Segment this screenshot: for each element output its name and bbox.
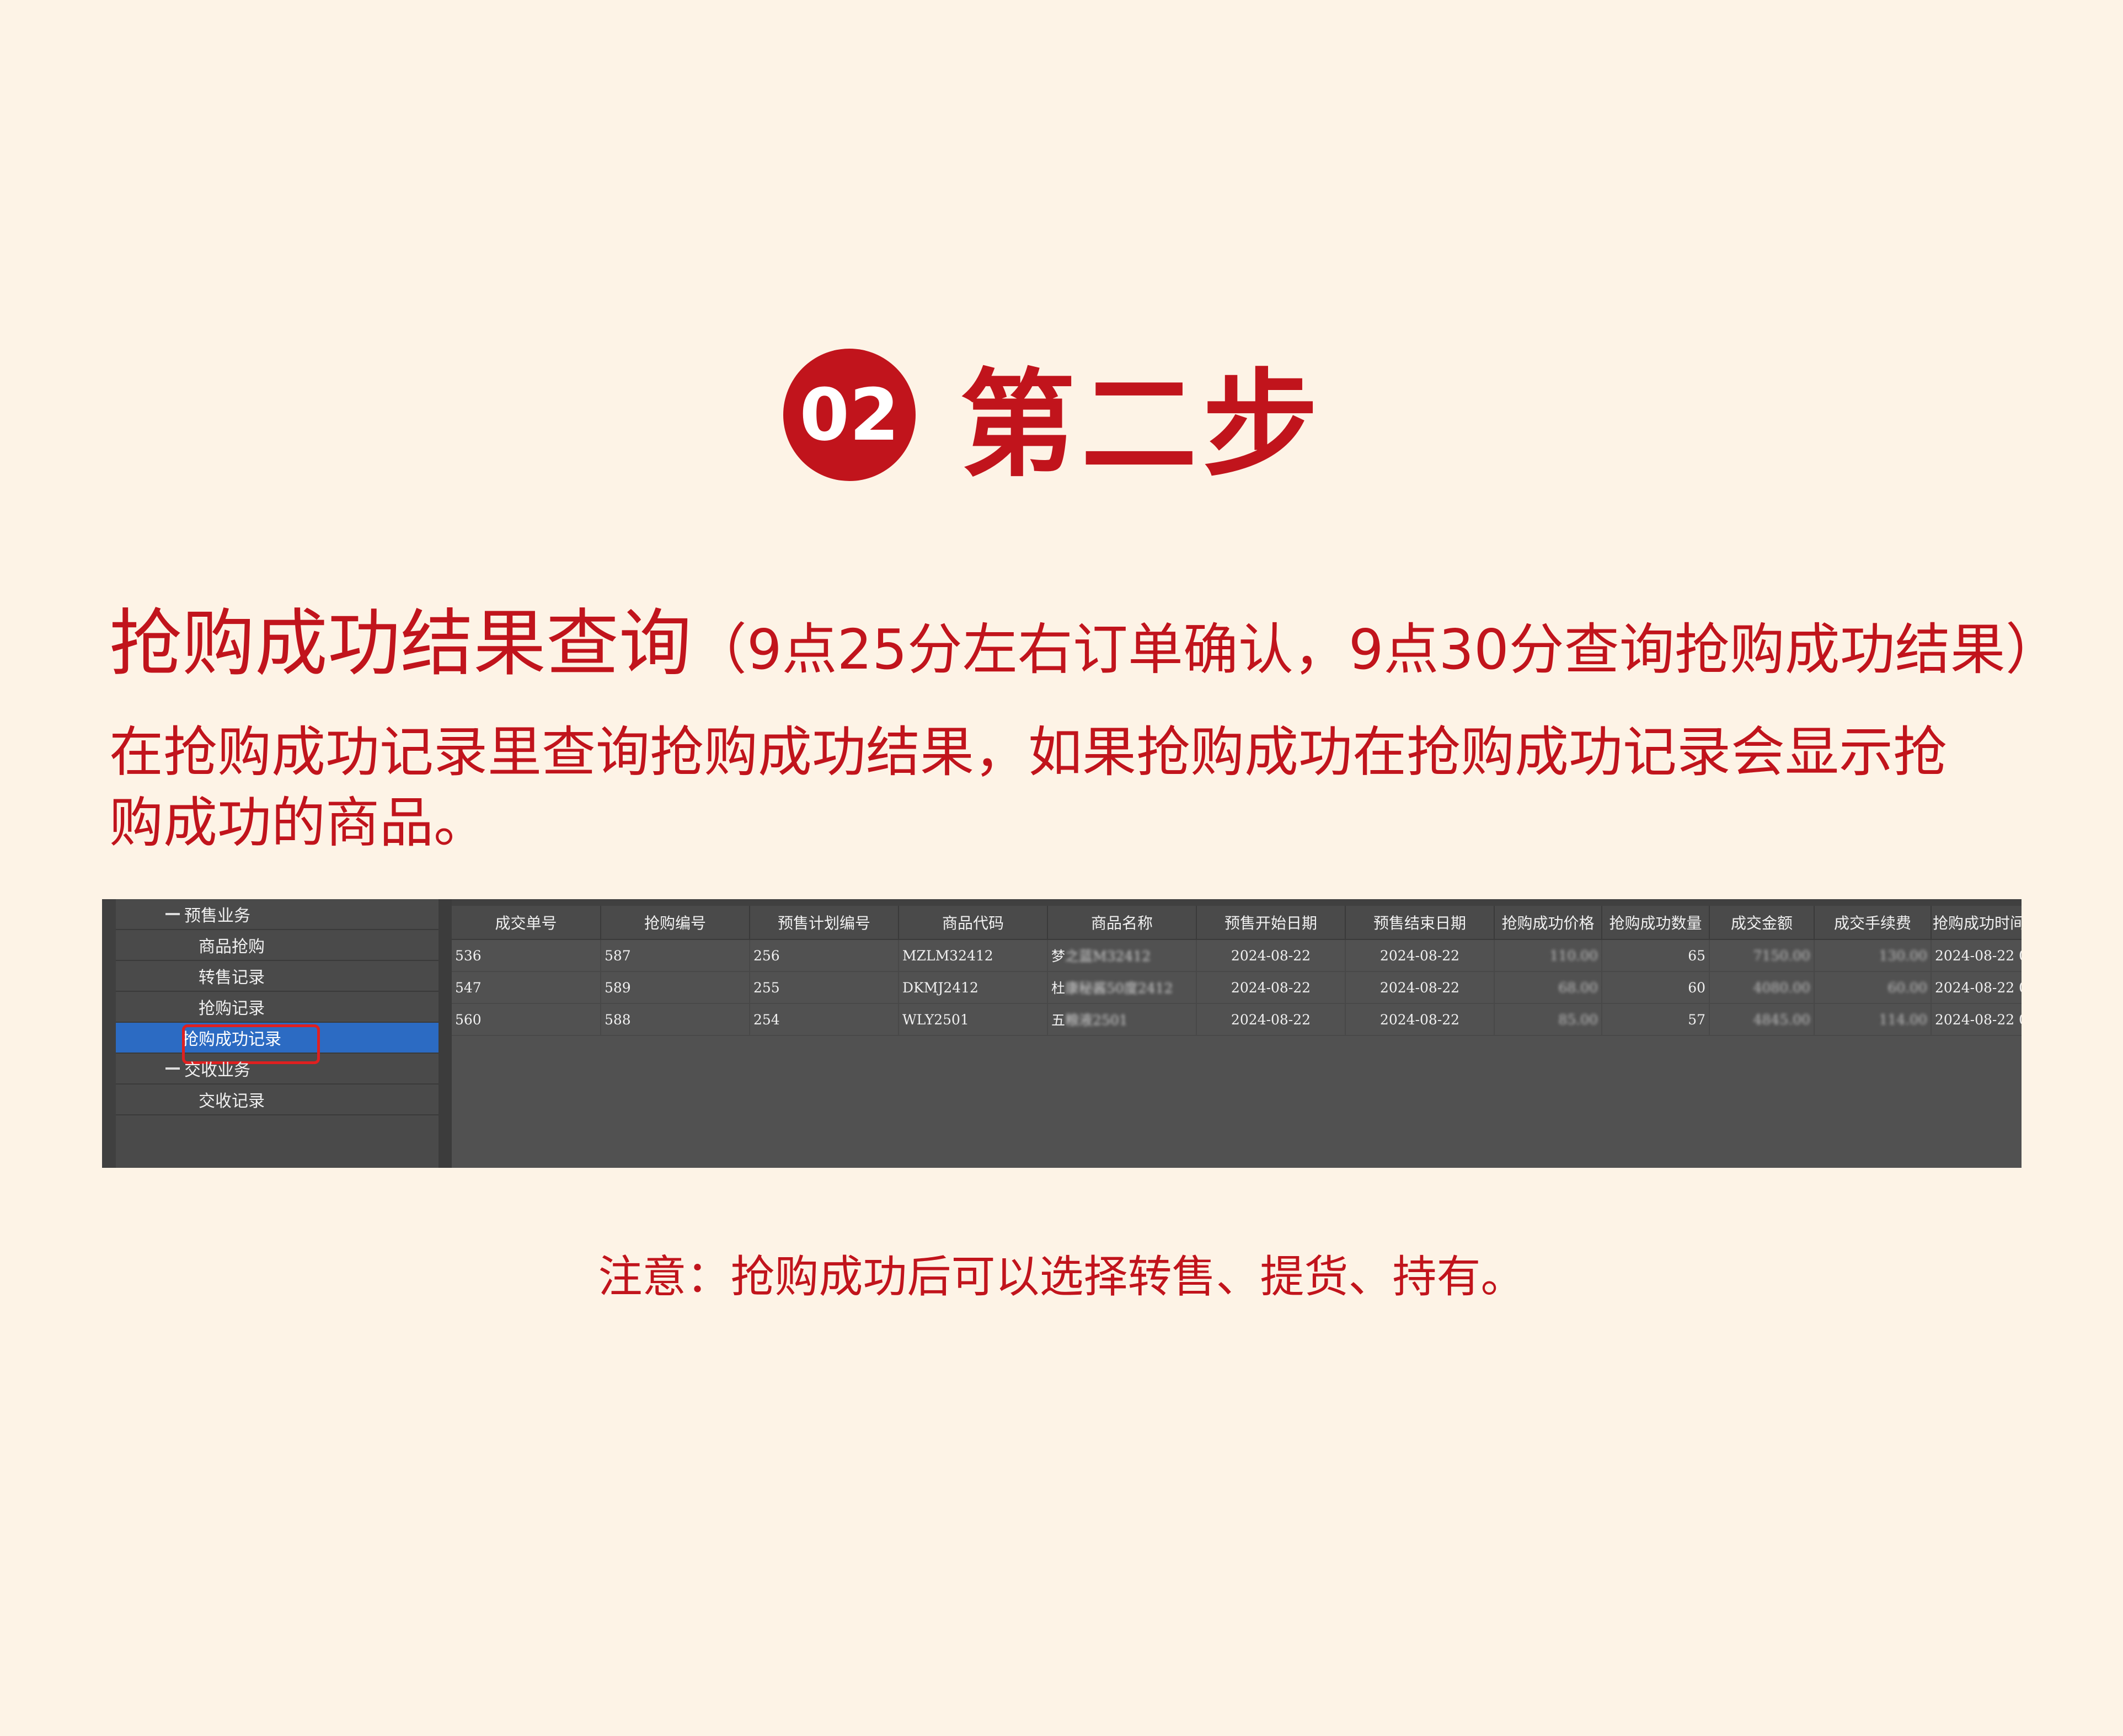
sidebar-item-success-records[interactable]: 抢购成功记录 bbox=[116, 1023, 438, 1064]
name-blurred: 之蓝M32412 bbox=[1065, 948, 1151, 964]
headline: 抢购成功结果查询（9点25分左右订单确认，9点30分查询抢购成功结果） bbox=[109, 585, 2061, 690]
notice-text: 注意：抢购成功后可以选择转售、提货、持有。 bbox=[598, 1251, 1525, 1302]
sidebar-item-label: 交收记录 bbox=[199, 1092, 265, 1111]
amount-cell: 7150.00 bbox=[1709, 939, 1815, 972]
time-cell: 2024-08-22 09:24:07 bbox=[1931, 971, 2022, 1004]
sidebar-item-label: 转售记录 bbox=[199, 968, 265, 987]
column-header[interactable]: 商品名称 bbox=[1047, 906, 1197, 940]
quantity-cell: 65 bbox=[1602, 939, 1710, 972]
plan-no-cell: 256 bbox=[750, 939, 899, 972]
plan-no-cell: 254 bbox=[750, 1003, 899, 1036]
fee-cell: 130.00 bbox=[1814, 939, 1932, 972]
step-header: 02 第二步 bbox=[783, 331, 1324, 499]
step-number-badge: 02 bbox=[783, 349, 916, 481]
column-header[interactable]: 成交金额 bbox=[1709, 906, 1815, 940]
column-header[interactable]: 抢购成功数量 bbox=[1602, 906, 1710, 940]
start-date-cell: 2024-08-22 bbox=[1196, 971, 1346, 1004]
sidebar-item-product-purchase[interactable]: 商品抢购 bbox=[116, 930, 438, 961]
price-cell: 68.00 bbox=[1494, 971, 1602, 1004]
start-date-cell: 2024-08-22 bbox=[1196, 1003, 1346, 1036]
sidebar-group-presale[interactable]: 预售业务 bbox=[116, 899, 438, 930]
deal-no-cell: 547 bbox=[452, 971, 601, 1004]
description: 在抢购成功记录里查询抢购成功结果，如果抢购成功在抢购成功记录会显示抢购成功的商品… bbox=[109, 721, 1948, 854]
results-table: 成交单号 抢购编号 预售计划编号 商品代码 商品名称 预售开始日期 预售结束日期… bbox=[452, 906, 2022, 1036]
step-title: 第二步 bbox=[960, 357, 1324, 493]
headline-note: （9点25分左右订单确认，9点30分查询抢购成功结果） bbox=[692, 617, 2061, 682]
column-header[interactable]: 成交手续费 bbox=[1814, 906, 1932, 940]
sidebar-item-purchase-records[interactable]: 抢购记录 bbox=[116, 992, 438, 1023]
end-date-cell: 2024-08-22 bbox=[1345, 939, 1495, 972]
start-date-cell: 2024-08-22 bbox=[1196, 939, 1346, 972]
purchase-no-cell: 589 bbox=[601, 971, 750, 1004]
amount-cell: 4845.00 bbox=[1709, 1003, 1815, 1036]
headline-main: 抢购成功结果查询 bbox=[109, 601, 692, 686]
end-date-cell: 2024-08-22 bbox=[1345, 971, 1495, 1004]
fee-cell: 60.00 bbox=[1814, 971, 1932, 1004]
sidebar-splitter[interactable] bbox=[438, 899, 452, 1168]
name-blurred: 康秘酱50度2412 bbox=[1065, 980, 1173, 996]
collapse-icon[interactable] bbox=[165, 913, 180, 915]
sidebar-item-label: 抢购记录 bbox=[199, 999, 265, 1018]
end-date-cell: 2024-08-22 bbox=[1345, 1003, 1495, 1036]
plan-no-cell: 255 bbox=[750, 971, 899, 1004]
sidebar-item-delivery-records[interactable]: 交收记录 bbox=[116, 1085, 438, 1115]
sidebar-group-label: 预售业务 bbox=[184, 906, 250, 926]
column-header[interactable]: 抢购成功时间 bbox=[1931, 906, 2022, 940]
column-header[interactable]: 预售结束日期 bbox=[1345, 906, 1495, 940]
name-prefix: 梦 bbox=[1051, 948, 1066, 964]
sidebar: 预售业务 商品抢购 转售记录 抢购记录 抢购成功记录 交收业务 交收记录 bbox=[116, 899, 438, 1168]
column-header[interactable]: 预售计划编号 bbox=[750, 906, 899, 940]
product-code-cell: WLY2501 bbox=[899, 1003, 1048, 1036]
column-header[interactable]: 抢购编号 bbox=[601, 906, 750, 940]
sidebar-group-label: 交收业务 bbox=[184, 1061, 250, 1080]
product-code-cell: DKMJ2412 bbox=[899, 971, 1048, 1004]
column-header[interactable]: 成交单号 bbox=[452, 906, 601, 940]
purchase-no-cell: 587 bbox=[601, 939, 750, 972]
sidebar-item-resale-records[interactable]: 转售记录 bbox=[116, 961, 438, 992]
name-prefix: 杜 bbox=[1051, 980, 1066, 996]
quantity-cell: 57 bbox=[1602, 1003, 1710, 1036]
results-grid: 成交单号 抢购编号 预售计划编号 商品代码 商品名称 预售开始日期 预售结束日期… bbox=[452, 906, 2022, 1168]
column-header[interactable]: 抢购成功价格 bbox=[1494, 906, 1602, 940]
sidebar-item-label: 商品抢购 bbox=[199, 937, 265, 957]
column-header[interactable]: 预售开始日期 bbox=[1196, 906, 1346, 940]
app-screenshot: 预售业务 商品抢购 转售记录 抢购记录 抢购成功记录 交收业务 交收记录 成交单… bbox=[102, 899, 2022, 1168]
quantity-cell: 60 bbox=[1602, 971, 1710, 1004]
time-cell: 2024-08-22 09:23:40 bbox=[1931, 939, 2022, 972]
deal-no-cell: 560 bbox=[452, 1003, 601, 1036]
name-blurred: 粮液2501 bbox=[1065, 1012, 1128, 1028]
product-code-cell: MZLM32412 bbox=[899, 939, 1048, 972]
sidebar-group-delivery[interactable]: 交收业务 bbox=[116, 1054, 438, 1085]
table-row[interactable]: 560 588 254 WLY2501 五粮液2501 2024-08-22 2… bbox=[452, 1003, 2022, 1036]
name-prefix: 五 bbox=[1051, 1012, 1066, 1028]
product-name-cell: 梦之蓝M32412 bbox=[1047, 939, 1197, 972]
price-cell: 110.00 bbox=[1494, 939, 1602, 972]
deal-no-cell: 536 bbox=[452, 939, 601, 972]
collapse-icon[interactable] bbox=[165, 1067, 180, 1070]
product-name-cell: 五粮液2501 bbox=[1047, 1003, 1197, 1036]
table-row[interactable]: 547 589 255 DKMJ2412 杜康秘酱50度2412 2024-08… bbox=[452, 971, 2022, 1004]
purchase-no-cell: 588 bbox=[601, 1003, 750, 1036]
table-row[interactable]: 536 587 256 MZLM32412 梦之蓝M32412 2024-08-… bbox=[452, 939, 2022, 972]
table-header-row: 成交单号 抢购编号 预售计划编号 商品代码 商品名称 预售开始日期 预售结束日期… bbox=[452, 906, 2022, 940]
amount-cell: 4080.00 bbox=[1709, 971, 1815, 1004]
product-name-cell: 杜康秘酱50度2412 bbox=[1047, 971, 1197, 1004]
fee-cell: 114.00 bbox=[1814, 1003, 1932, 1036]
column-header[interactable]: 商品代码 bbox=[899, 906, 1048, 940]
time-cell: 2024-08-22 09:24:26 bbox=[1931, 1003, 2022, 1036]
price-cell: 85.00 bbox=[1494, 1003, 1602, 1036]
